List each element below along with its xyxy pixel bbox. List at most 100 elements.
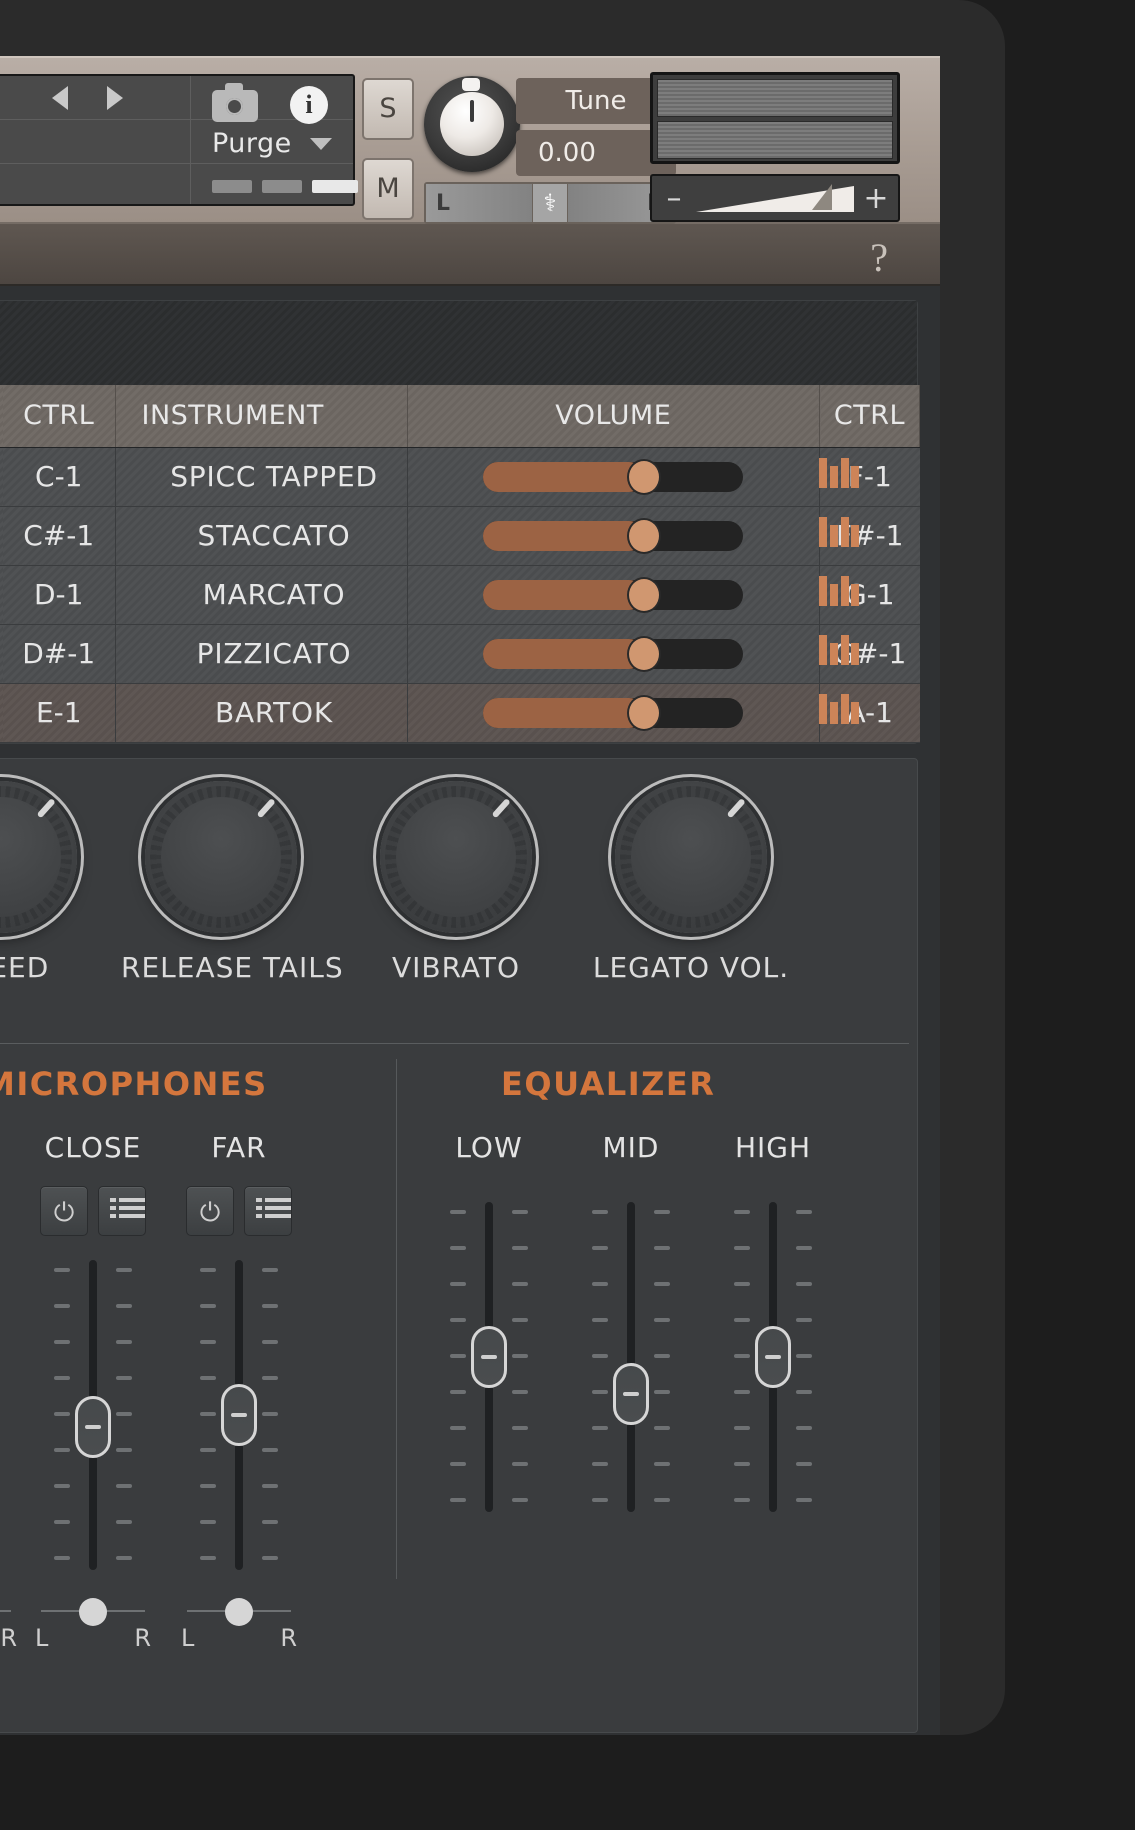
mic-pan-row[interactable]: LR: [33, 1580, 153, 1652]
volume-minus-label: –: [666, 180, 682, 216]
row-instrument-name[interactable]: STACCATO: [115, 506, 408, 566]
mic-fader-far[interactable]: [194, 1260, 284, 1570]
purge-chevron-down-icon[interactable]: [310, 138, 332, 150]
knob-label: LEGATO VOL.: [592, 951, 790, 984]
fader-thumb[interactable]: [613, 1363, 649, 1426]
mic-power-icon[interactable]: [186, 1186, 234, 1236]
table-row[interactable]: D#-1 PIZZICATO G#-1: [0, 624, 920, 684]
keyswitch-icon[interactable]: [819, 635, 859, 665]
meter-bar-left: [657, 79, 893, 117]
col-ctrl-left: CTRL: [3, 385, 116, 448]
volume-thumb[interactable]: [627, 576, 662, 613]
pan-line: [0, 1610, 11, 1612]
volume-track[interactable]: [483, 576, 744, 613]
knob-release-tails[interactable]: [145, 781, 297, 933]
info-icon[interactable]: i: [290, 86, 328, 124]
row-instrument-name[interactable]: PIZZICATO: [115, 624, 408, 684]
fader-tick: [734, 1210, 750, 1214]
mic-list-icon[interactable]: [98, 1186, 146, 1236]
volume-track[interactable]: [483, 694, 744, 731]
volume-track[interactable]: [483, 458, 744, 495]
knob-legato-vol[interactable]: [615, 781, 767, 933]
eq-fader-low[interactable]: [444, 1202, 534, 1512]
keyswitch-icon[interactable]: [819, 576, 859, 606]
fader-tick: [654, 1210, 670, 1214]
table-row[interactable]: C-1 SPICC TAPPED F-1: [0, 447, 920, 507]
fader-tick: [654, 1282, 670, 1286]
fader-tick: [654, 1390, 670, 1394]
fader-tick: [796, 1498, 812, 1502]
mic-button-row: [179, 1186, 299, 1236]
fader-tick: [54, 1376, 70, 1380]
help-icon[interactable]: ?: [870, 234, 888, 281]
table-row[interactable]: C#-1 STACCATO F#-1: [0, 506, 920, 566]
pan-knob[interactable]: [225, 1598, 253, 1626]
purge-label[interactable]: Purge: [212, 128, 292, 159]
fader-thumb[interactable]: [755, 1326, 791, 1388]
row-ctrl-left: D-1: [3, 565, 116, 625]
knob-indicator: [726, 797, 746, 819]
row-volume-slider[interactable]: [407, 683, 819, 743]
fader-thumb[interactable]: [471, 1326, 507, 1388]
mic-pan-row[interactable]: LR: [179, 1580, 299, 1652]
eq-fader-mid[interactable]: [586, 1202, 676, 1512]
fader-tick: [262, 1484, 278, 1488]
fader-tick: [200, 1268, 216, 1272]
knob-label: RELEASE TAILS: [121, 951, 344, 984]
mute-button[interactable]: M: [362, 158, 414, 220]
fader-tick: [450, 1426, 466, 1430]
knob-vibrato[interactable]: [380, 781, 532, 933]
volume-track[interactable]: [483, 517, 744, 554]
fader-thumb[interactable]: [221, 1384, 257, 1446]
pan-center-handle[interactable]: ⚕: [532, 184, 568, 222]
mic-power-icon[interactable]: [40, 1186, 88, 1236]
solo-button[interactable]: S: [362, 78, 414, 140]
row-volume-slider[interactable]: [407, 447, 819, 507]
volume-thumb[interactable]: [627, 517, 662, 554]
tune-knob[interactable]: [424, 76, 520, 172]
fader-tick: [796, 1354, 812, 1358]
fader-tick: [116, 1484, 132, 1488]
table-row[interactable]: D-1 MARCATO G-1: [0, 565, 920, 625]
row-volume-slider[interactable]: [407, 565, 819, 625]
camera-icon[interactable]: [212, 83, 258, 122]
articulation-rows: C-1 SPICC TAPPED F-1 C#-1 STACCATO F#-1 D-1 MAR…: [0, 447, 920, 743]
fader-tick: [200, 1556, 216, 1560]
volume-slider[interactable]: – +: [650, 174, 900, 222]
next-instrument-icon[interactable]: [107, 86, 123, 110]
pan-knob[interactable]: [79, 1598, 107, 1626]
volume-thumb[interactable]: [627, 458, 662, 495]
fader-tick: [734, 1282, 750, 1286]
volume-fill: [483, 697, 645, 728]
row-volume-slider[interactable]: [407, 624, 819, 684]
row-instrument-name[interactable]: BARTOK: [115, 683, 408, 743]
prev-instrument-icon[interactable]: [52, 86, 68, 110]
eq-fader-high[interactable]: [728, 1202, 818, 1512]
volume-handle[interactable]: [812, 184, 832, 210]
fader-tick: [450, 1390, 466, 1394]
keyswitch-icon[interactable]: [819, 694, 859, 724]
mic-pan-row[interactable]: LR: [0, 1580, 19, 1652]
volume-track[interactable]: [483, 635, 744, 672]
fader-thumb[interactable]: [75, 1396, 111, 1459]
knob-speed[interactable]: [0, 781, 77, 933]
fader-tick: [512, 1354, 528, 1358]
pan-slider[interactable]: L R ⚕: [424, 182, 676, 224]
volume-thumb[interactable]: [627, 694, 662, 731]
keyswitch-icon[interactable]: [819, 458, 859, 488]
row-instrument-name[interactable]: SPICC TAPPED: [115, 447, 408, 507]
knob-row: SPEED RELEASE TAILS VIBRATO LEGATO VOL.: [0, 781, 917, 1031]
pan-right-label: R: [134, 1624, 151, 1652]
table-row[interactable]: E-1 BARTOK A-1: [0, 683, 920, 743]
mic-fader-xed[interactable]: [0, 1260, 4, 1570]
row-volume-slider[interactable]: [407, 506, 819, 566]
mic-fader-close[interactable]: [48, 1260, 138, 1570]
equalizer-title: EQUALIZER: [501, 1065, 716, 1103]
knob-cell-vibrato: VIBRATO: [356, 781, 556, 984]
keyswitch-icon[interactable]: [819, 517, 859, 547]
mic-list-icon[interactable]: [244, 1186, 292, 1236]
knob-cell-speed: SPEED: [0, 781, 101, 984]
row-instrument-name[interactable]: MARCATO: [115, 565, 408, 625]
fader-tick: [200, 1376, 216, 1380]
volume-thumb[interactable]: [627, 635, 662, 672]
